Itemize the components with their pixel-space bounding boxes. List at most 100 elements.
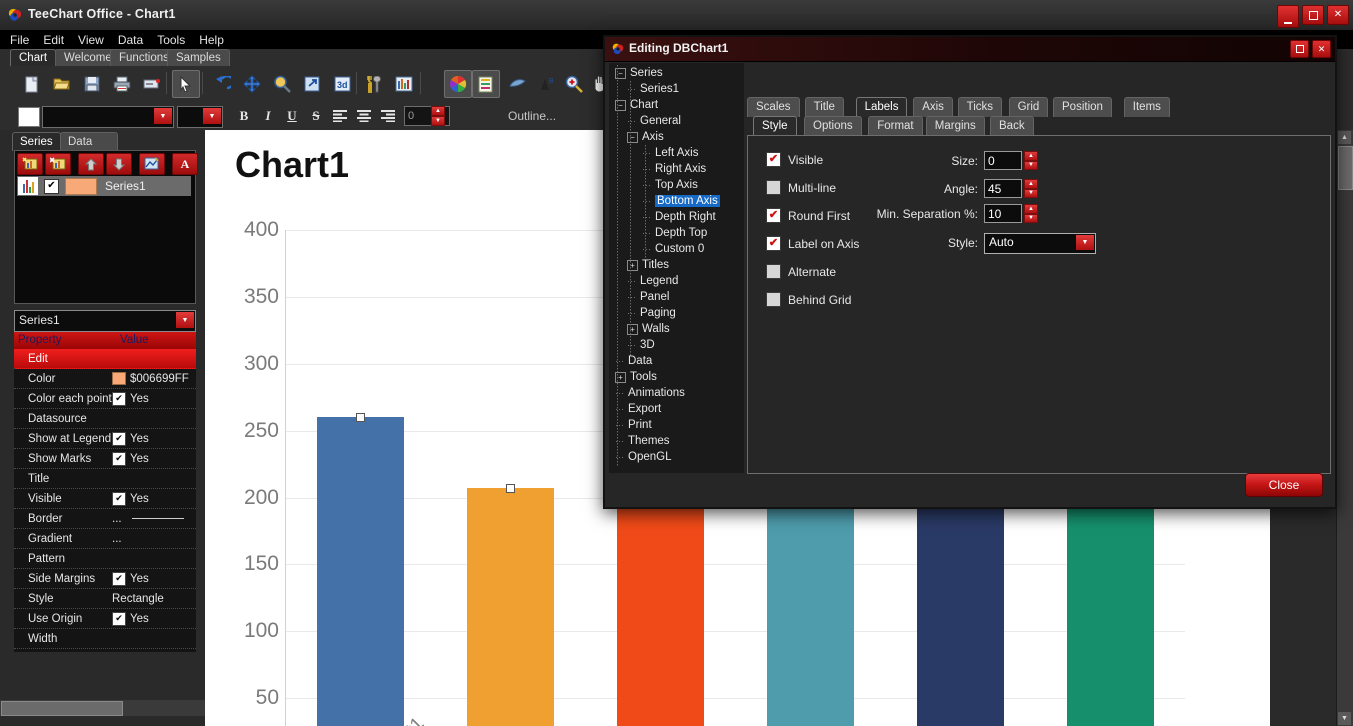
dialog-tab-ticks[interactable]: Ticks [957, 97, 1002, 117]
tree-node-print[interactable]: ⋯ Print [615, 417, 652, 433]
collapse-icon[interactable]: − [627, 131, 638, 143]
property-checkbox[interactable]: ✔ [112, 571, 126, 586]
min-separation-stepper[interactable]: ▲ ▼ [1024, 204, 1038, 223]
move-up-button[interactable] [78, 153, 104, 175]
dialog-tab-items[interactable]: Items [1123, 97, 1170, 117]
property-checkbox[interactable]: ✔ [112, 491, 126, 506]
tree-node-top-axis[interactable]: ⋯ Top Axis [642, 177, 698, 193]
series-title-button[interactable]: A [172, 153, 198, 175]
maximize-button[interactable] [1302, 5, 1324, 25]
zoom-plus-icon[interactable] [560, 70, 588, 98]
menu-item-tools[interactable]: Tools [157, 33, 185, 47]
tools-icon[interactable] [360, 70, 388, 98]
stepper-up-icon[interactable]: ▲ [1024, 179, 1038, 189]
print-icon[interactable] [108, 70, 136, 98]
tree-node-series1[interactable]: ⋯ Series1 [627, 81, 679, 97]
expand-icon[interactable]: + [627, 323, 638, 335]
delete-series-button[interactable] [45, 153, 71, 175]
tree-node-titles[interactable]: + Titles [627, 257, 669, 273]
close-dialog-button[interactable]: Close [1245, 473, 1323, 497]
minimize-button[interactable] [1277, 5, 1299, 28]
tree-node-general[interactable]: ⋯ General [627, 113, 681, 129]
move-icon[interactable] [238, 70, 266, 98]
menu-item-view[interactable]: View [78, 33, 104, 47]
tab-data-sources[interactable]: Data Sources [60, 132, 119, 166]
scrollbar-thumb[interactable] [1, 701, 123, 716]
undo-icon[interactable] [208, 70, 236, 98]
property-value[interactable]: ✔ Yes [112, 571, 196, 586]
property-row[interactable]: Border... [14, 509, 196, 529]
dialog-subtab-style[interactable]: Style [753, 116, 797, 136]
three-d-icon[interactable]: 3d [328, 70, 356, 98]
tree-node-bottom-axis[interactable]: ⋯ Bottom Axis [642, 193, 720, 209]
menu-item-edit[interactable]: Edit [43, 33, 64, 47]
change-series-type-button[interactable] [139, 153, 165, 175]
property-row[interactable]: Show Marks ✔ Yes [14, 449, 196, 469]
close-button[interactable]: ✕ [1327, 5, 1349, 25]
scroll-down-icon[interactable]: ▼ [1338, 712, 1351, 725]
tab-samples[interactable]: Samples [167, 49, 230, 67]
tree-node-chart[interactable]: − Chart [615, 97, 658, 113]
property-value[interactable]: ✔ Yes [112, 391, 196, 406]
tree-node-3d[interactable]: ⋯ 3D [627, 337, 655, 353]
dialog-tab-labels[interactable]: Labels [855, 97, 908, 117]
chevron-down-icon[interactable]: ▼ [176, 312, 194, 328]
export-icon[interactable] [298, 70, 326, 98]
property-value[interactable]: $006699FF [112, 372, 196, 385]
tree-node-data[interactable]: ⋯ Data [615, 353, 652, 369]
color-wheel-icon[interactable] [444, 70, 472, 98]
property-value[interactable]: Rectangle [112, 593, 196, 605]
min-separation-input[interactable]: 10 [984, 204, 1022, 223]
move-down-button[interactable] [106, 153, 132, 175]
menu-item-data[interactable]: Data [118, 33, 143, 47]
fill-color-swatch[interactable] [18, 107, 40, 127]
right-vertical-scrollbar[interactable]: ▲ ▼ [1336, 130, 1353, 726]
dialog-tab-axis[interactable]: Axis [913, 97, 953, 117]
angle-input[interactable]: 45 [984, 179, 1022, 198]
add-series-button[interactable] [17, 153, 43, 175]
series-visible-checkbox[interactable]: ✔ [44, 178, 59, 194]
new-icon[interactable] [18, 70, 46, 98]
chevron-down-icon[interactable]: ▼ [1076, 235, 1094, 250]
property-row[interactable]: Visible ✔ Yes [14, 489, 196, 509]
dialog-close-button[interactable]: ✕ [1312, 40, 1331, 58]
property-value[interactable]: ✔ Yes [112, 451, 196, 466]
chart-bar[interactable] [316, 417, 404, 726]
property-row[interactable]: Title [14, 469, 196, 489]
tree-node-paging[interactable]: ⋯ Paging [627, 305, 676, 321]
property-value[interactable]: ✔ Yes [112, 431, 196, 446]
label-on-axis-checkbox[interactable]: ✔ [766, 236, 781, 251]
italic-button[interactable]: I [258, 106, 278, 126]
property-row[interactable]: Color each point ✔ Yes [14, 389, 196, 409]
tree-node-series[interactable]: − Series [615, 65, 663, 81]
save-icon[interactable] [78, 70, 106, 98]
tree-node-panel[interactable]: ⋯ Panel [627, 289, 669, 305]
zoom-icon[interactable] [268, 70, 296, 98]
behind-grid-checkbox[interactable] [766, 292, 781, 307]
property-row[interactable]: Side Margins ✔ Yes [14, 569, 196, 589]
scroll-up-icon[interactable]: ▲ [1338, 131, 1351, 144]
stepper-down-icon[interactable]: ▼ [431, 116, 445, 126]
dialog-maximize-button[interactable] [1290, 40, 1309, 58]
text-icon[interactable]: B [534, 70, 562, 98]
bar-mark[interactable] [356, 413, 365, 423]
stepper-up-icon[interactable]: ▲ [1024, 204, 1038, 214]
series-select-combo[interactable]: Series1 ▼ [14, 310, 196, 332]
property-row[interactable]: Color $006699FF [14, 369, 196, 389]
tree-node-legend[interactable]: ⋯ Legend [627, 273, 678, 289]
tree-node-animations[interactable]: ⋯ Animations [615, 385, 685, 401]
stepper-down-icon[interactable]: ▼ [1024, 188, 1038, 198]
strike-button[interactable]: S [306, 106, 326, 126]
tree-node-opengl[interactable]: ⋯ OpenGL [615, 449, 671, 465]
visible-checkbox[interactable]: ✔ [766, 152, 781, 167]
property-row[interactable]: Datasource [14, 409, 196, 429]
property-value[interactable]: ... [112, 533, 196, 545]
stepper-up-icon[interactable]: ▲ [431, 106, 445, 116]
property-row[interactable]: Gradient... [14, 529, 196, 549]
outline-label[interactable]: Outline... [508, 109, 556, 123]
align-center-button[interactable] [354, 106, 374, 126]
pencil-icon[interactable] [504, 70, 532, 98]
dialog-subtab-back[interactable]: Back [990, 116, 1034, 136]
property-checkbox[interactable]: ✔ [112, 431, 126, 446]
page-icon[interactable] [472, 70, 500, 98]
